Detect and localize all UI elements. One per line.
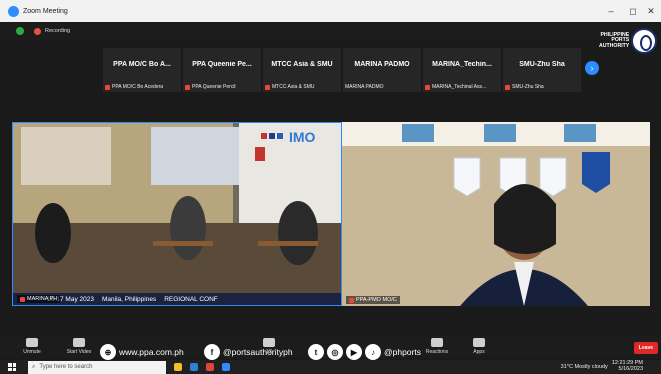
clock-date[interactable]: 5/16/2023 xyxy=(619,366,643,373)
next-page-arrow-icon[interactable]: › xyxy=(585,61,599,75)
overlay-socials: t ◎ ▶ ♪ @phports xyxy=(308,342,421,362)
video-panel-conference[interactable]: IMO 16-17 May 2023 Manila, Philippines R… xyxy=(12,122,342,306)
leave-button[interactable]: Leave xyxy=(634,342,658,354)
system-tray: 31°C Mostly cloudy 12:21:29 PM 5/16/2023 xyxy=(561,360,643,374)
meeting-topbar: Recording xyxy=(0,22,661,40)
minimize-button[interactable]: – xyxy=(600,0,622,22)
reactions-icon xyxy=(431,338,443,347)
participant-tile[interactable]: PPA Queenie Pe... PPA Queenie Percil xyxy=(183,48,261,92)
reactions-button[interactable]: Reactions xyxy=(420,336,454,355)
speaker-3 xyxy=(278,201,318,265)
mic-muted-icon xyxy=(185,84,190,90)
facebook-icon: f xyxy=(204,344,220,360)
participant-tile-name: MARINA PADMO xyxy=(354,61,410,68)
participant-tile-name: SMU-Zhu Sha xyxy=(519,61,565,68)
participant-footer: MARINA_Techinal Ass... xyxy=(425,84,486,90)
youtube-icon: ▶ xyxy=(346,344,362,360)
video-name-label: PPA-PMO MO/C xyxy=(346,296,400,304)
speaker-scene xyxy=(342,122,650,306)
screen-left xyxy=(21,127,111,185)
window-title: Zoom Meeting xyxy=(23,7,68,15)
mic-muted-icon xyxy=(425,84,430,90)
participant-footer: PPA Queenie Percil xyxy=(185,84,236,90)
taskbar-search-input[interactable]: ⌕ Type here to search xyxy=(28,360,166,374)
screen-center xyxy=(151,127,241,185)
table xyxy=(153,241,213,246)
video-panel-speaker[interactable]: PPA-PMO MO/C xyxy=(342,122,650,306)
speaker-1 xyxy=(35,203,71,263)
file-explorer-icon[interactable] xyxy=(174,363,182,371)
table xyxy=(258,241,318,246)
participant-tile-name: MARINA_Techin... xyxy=(432,61,492,68)
participant-tile-name: MTCC Asia & SMU xyxy=(271,61,333,68)
recording-icon xyxy=(34,27,41,35)
participant-tile[interactable]: MARINA PADMO MARINA PADMO xyxy=(343,48,421,92)
speaker-2 xyxy=(170,196,206,260)
window-titlebar: Zoom Meeting xyxy=(0,0,661,22)
mic-muted-icon xyxy=(265,84,270,90)
participant-strip: PPA MO/C Bo A... PPA MO/C Bo Acedera PPA… xyxy=(103,48,581,92)
broadcast-lower-third: 16-17 May 2023 Manila, Philippines REGIO… xyxy=(13,293,341,305)
participant-footer: SMU-Zhu Sha xyxy=(505,84,544,90)
video-camera-off-icon xyxy=(73,338,85,347)
mic-muted-icon xyxy=(105,84,110,90)
unmute-button[interactable]: Unmute xyxy=(18,336,46,355)
zoom-app-icon[interactable] xyxy=(222,363,230,371)
ppa-watermark: PHILIPPINE PORTS AUTHORITY xyxy=(599,22,657,60)
participant-footer: MTCC Asia & SMU xyxy=(265,84,315,90)
mic-muted-icon xyxy=(505,84,510,90)
participant-tile[interactable]: SMU-Zhu Sha SMU-Zhu Sha xyxy=(503,48,581,92)
participant-tile[interactable]: MTCC Asia & SMU MTCC Asia & SMU xyxy=(263,48,341,92)
close-button[interactable]: ✕ xyxy=(640,0,661,22)
conference-scene: IMO xyxy=(13,123,341,305)
windows-start-icon[interactable] xyxy=(8,363,16,371)
microphone-muted-icon xyxy=(26,338,38,347)
overlay-facebook: f @portsauthorityph xyxy=(204,342,293,362)
participant-tile-name: PPA MO/C Bo A... xyxy=(113,61,171,68)
event-place: Manila, Philippines xyxy=(101,295,157,303)
mic-muted-icon xyxy=(349,297,354,303)
participant-tile[interactable]: MARINA_Techin... MARINA_Techinal Ass... xyxy=(423,48,501,92)
twitter-icon: t xyxy=(308,344,324,360)
overlay-website: ⊕ www.ppa.com.ph xyxy=(100,342,184,362)
chrome-icon[interactable] xyxy=(206,363,214,371)
participant-footer: PPA MO/C Bo Acedera xyxy=(105,84,163,90)
apps-icon xyxy=(473,338,485,347)
participant-tile-name: PPA Queenie Pe... xyxy=(192,61,252,68)
edge-icon[interactable] xyxy=(190,363,198,371)
apps-button[interactable]: Apps xyxy=(467,336,491,355)
instagram-icon: ◎ xyxy=(327,344,343,360)
video-name-label: MARINA PH xyxy=(17,295,61,303)
search-icon: ⌕ xyxy=(32,363,36,370)
participant-footer: MARINA PADMO xyxy=(345,84,384,90)
imo-banner-text: IMO xyxy=(289,129,316,145)
recording-label: Recording xyxy=(45,28,71,34)
security-shield-icon[interactable] xyxy=(16,27,24,35)
ppa-watermark-text: PHILIPPINE PORTS AUTHORITY xyxy=(599,31,630,49)
zoom-logo-icon xyxy=(8,5,19,17)
ppa-logo-icon xyxy=(631,28,657,54)
participant-tile[interactable]: PPA MO/C Bo A... PPA MO/C Bo Acedera xyxy=(103,48,181,92)
event-title: REGIONAL CONF xyxy=(164,295,218,303)
mic-muted-icon xyxy=(20,296,25,302)
weather-label[interactable]: 31°C Mostly cloudy xyxy=(561,364,608,370)
start-video-button[interactable]: Start Video xyxy=(62,336,96,355)
tiktok-icon: ♪ xyxy=(365,344,381,360)
speaker-hair xyxy=(494,184,556,254)
globe-icon: ⊕ xyxy=(100,344,116,360)
